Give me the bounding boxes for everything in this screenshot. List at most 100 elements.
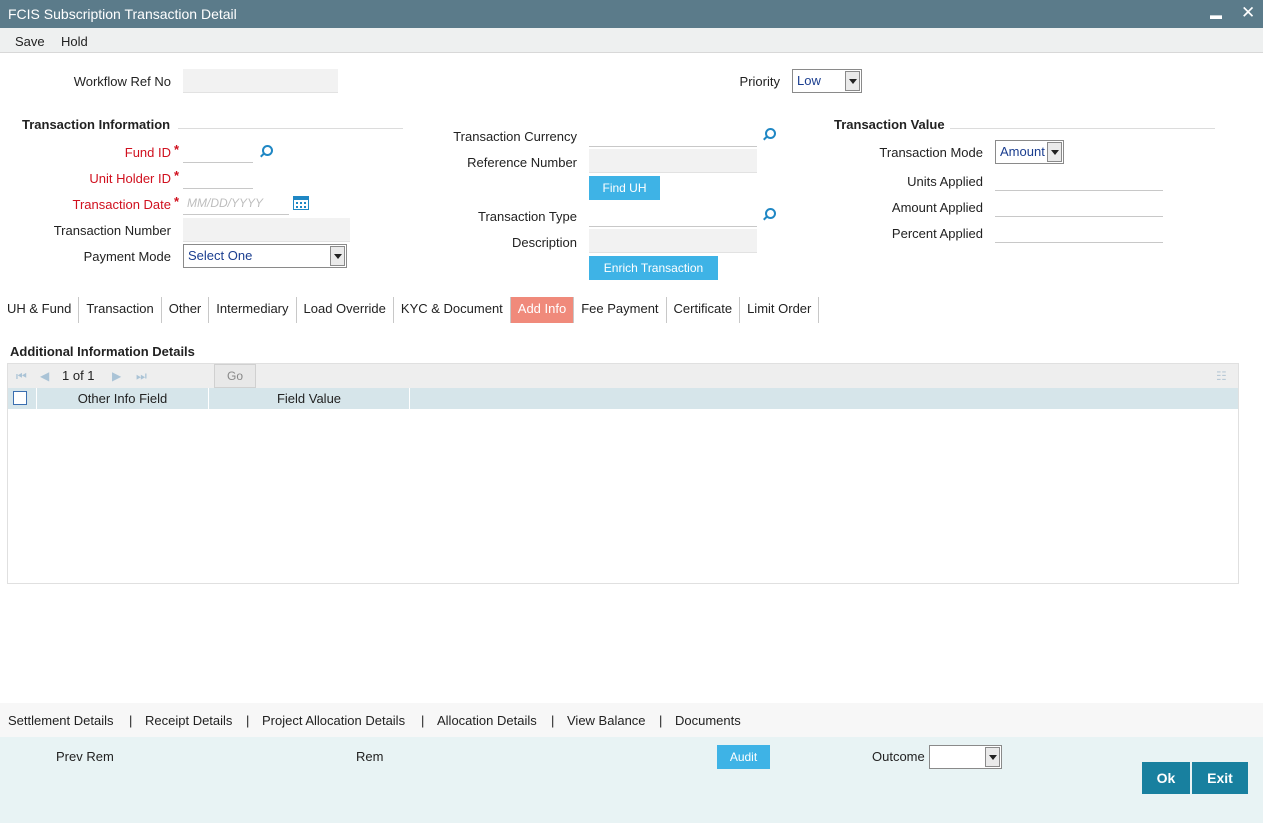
bottom-action-bar: Prev Rem Rem Audit Outcome Ok Exit xyxy=(0,737,1263,823)
outcome-select[interactable] xyxy=(929,745,1002,769)
footer-links-bar: Settlement Details | Receipt Details | P… xyxy=(0,703,1263,737)
section-divider xyxy=(950,128,1215,129)
select-all-checkbox[interactable] xyxy=(13,391,27,405)
description-input[interactable] xyxy=(589,229,757,253)
exit-button[interactable]: Exit xyxy=(1192,762,1248,794)
link-separator: | xyxy=(246,713,250,728)
tab-limit-order[interactable]: Limit Order xyxy=(740,297,820,323)
currency-search-icon[interactable] xyxy=(762,128,776,142)
tab-strip: UH & Fund Transaction Other Intermediary… xyxy=(0,297,820,323)
transaction-number-input[interactable] xyxy=(183,218,350,242)
fund-id-input[interactable] xyxy=(183,139,253,163)
priority-select[interactable]: Low xyxy=(792,69,862,93)
grid-header-row: Other Info Field Field Value xyxy=(8,388,1238,409)
project-allocation-details-link[interactable]: Project Allocation Details xyxy=(262,713,405,728)
percent-applied-input[interactable] xyxy=(995,219,1163,243)
ok-button[interactable]: Ok xyxy=(1142,762,1190,794)
amount-applied-label: Amount Applied xyxy=(891,200,983,215)
fund-id-label: Fund ID xyxy=(124,145,171,160)
units-applied-input[interactable] xyxy=(995,167,1163,191)
transaction-currency-label: Transaction Currency xyxy=(453,129,577,144)
transaction-mode-value: Amount xyxy=(1000,144,1045,159)
audit-button[interactable]: Audit xyxy=(717,745,770,769)
chevron-down-icon xyxy=(330,246,345,266)
minimize-icon[interactable]: ▬ xyxy=(1210,5,1222,25)
link-separator: | xyxy=(551,713,555,728)
transaction-currency-input[interactable] xyxy=(589,123,757,147)
settlement-details-link[interactable]: Settlement Details xyxy=(8,713,114,728)
transaction-date-input[interactable] xyxy=(183,191,289,215)
first-page-icon[interactable]: ⏮ xyxy=(16,369,27,384)
window-titlebar: FCIS Subscription Transaction Detail ▬ ✕ xyxy=(0,0,1263,28)
link-separator: | xyxy=(421,713,425,728)
transaction-type-search-icon[interactable] xyxy=(762,208,776,222)
fund-id-search-icon[interactable] xyxy=(259,145,273,159)
unit-holder-id-input[interactable] xyxy=(183,165,253,189)
main-form: Workflow Ref No Priority Low Transaction… xyxy=(0,53,1263,703)
tab-load-override[interactable]: Load Override xyxy=(297,297,394,323)
payment-mode-select[interactable]: Select One xyxy=(183,244,347,268)
chevron-down-icon xyxy=(1047,142,1062,162)
transaction-value-title: Transaction Value xyxy=(834,117,945,132)
reference-number-label: Reference Number xyxy=(467,155,577,170)
tab-intermediary[interactable]: Intermediary xyxy=(209,297,297,323)
units-applied-label: Units Applied xyxy=(907,174,983,189)
section-divider xyxy=(178,128,403,129)
workflow-ref-label: Workflow Ref No xyxy=(73,74,171,89)
transaction-mode-label: Transaction Mode xyxy=(879,145,983,160)
window-title: FCIS Subscription Transaction Detail xyxy=(8,6,237,22)
tab-uh-fund[interactable]: UH & Fund xyxy=(0,297,80,323)
prev-rem-label: Prev Rem xyxy=(56,749,114,764)
receipt-details-link[interactable]: Receipt Details xyxy=(145,713,232,728)
link-separator: | xyxy=(659,713,663,728)
column-header-other-info-field[interactable]: Other Info Field xyxy=(37,388,209,409)
page-indicator: 1 of 1 xyxy=(62,368,95,383)
previous-page-icon[interactable]: ◀ xyxy=(40,369,49,383)
amount-applied-input[interactable] xyxy=(995,193,1163,217)
transaction-mode-select[interactable]: Amount xyxy=(995,140,1064,164)
close-icon[interactable]: ✕ xyxy=(1241,3,1255,23)
menu-bar: Save Hold xyxy=(0,28,1263,53)
outcome-label: Outcome xyxy=(872,749,925,764)
tab-certificate[interactable]: Certificate xyxy=(667,297,741,323)
hold-menu-item[interactable]: Hold xyxy=(61,34,88,49)
transaction-type-input[interactable] xyxy=(589,203,757,227)
save-menu-item[interactable]: Save xyxy=(15,34,45,49)
tab-add-info[interactable]: Add Info xyxy=(510,297,575,323)
reference-number-input[interactable] xyxy=(589,149,757,173)
column-header-field-value[interactable]: Field Value xyxy=(209,388,410,409)
additional-info-grid: ⏮ ◀ 1 of 1 ▶ ⏭ Go ☷ Other Info Field Fie… xyxy=(7,363,1239,584)
go-button[interactable]: Go xyxy=(214,364,256,388)
required-marker: * xyxy=(174,194,180,209)
transaction-date-label: Transaction Date xyxy=(72,197,171,212)
rem-label: Rem xyxy=(356,749,384,764)
allocation-details-link[interactable]: Allocation Details xyxy=(437,713,537,728)
grid-pager: ⏮ ◀ 1 of 1 ▶ ⏭ Go ☷ xyxy=(8,364,1238,388)
additional-info-title: Additional Information Details xyxy=(10,344,195,359)
tab-fee-payment[interactable]: Fee Payment xyxy=(574,297,667,323)
transaction-info-title: Transaction Information xyxy=(22,117,171,132)
last-page-icon[interactable]: ⏭ xyxy=(136,369,147,384)
required-marker: * xyxy=(174,168,180,183)
column-settings-icon[interactable]: ☷ xyxy=(1216,369,1227,383)
payment-mode-label: Payment Mode xyxy=(83,249,171,264)
tab-transaction[interactable]: Transaction xyxy=(79,297,162,323)
next-page-icon[interactable]: ▶ xyxy=(112,369,121,383)
documents-link[interactable]: Documents xyxy=(675,713,741,728)
payment-mode-value: Select One xyxy=(188,248,253,263)
transaction-number-label: Transaction Number xyxy=(53,223,171,238)
view-balance-link[interactable]: View Balance xyxy=(567,713,646,728)
tab-other[interactable]: Other xyxy=(162,297,210,323)
priority-label: Priority xyxy=(739,74,780,89)
calendar-icon[interactable] xyxy=(293,196,309,210)
workflow-ref-input[interactable] xyxy=(183,69,338,93)
find-uh-button[interactable]: Find UH xyxy=(589,176,660,200)
enrich-transaction-button[interactable]: Enrich Transaction xyxy=(589,256,718,280)
link-separator: | xyxy=(129,713,133,728)
tab-kyc-document[interactable]: KYC & Document xyxy=(394,297,511,323)
percent-applied-label: Percent Applied xyxy=(891,226,983,241)
priority-value: Low xyxy=(797,73,821,88)
unit-holder-id-label: Unit Holder ID xyxy=(89,171,171,186)
chevron-down-icon xyxy=(985,747,1000,767)
chevron-down-icon xyxy=(845,71,860,91)
